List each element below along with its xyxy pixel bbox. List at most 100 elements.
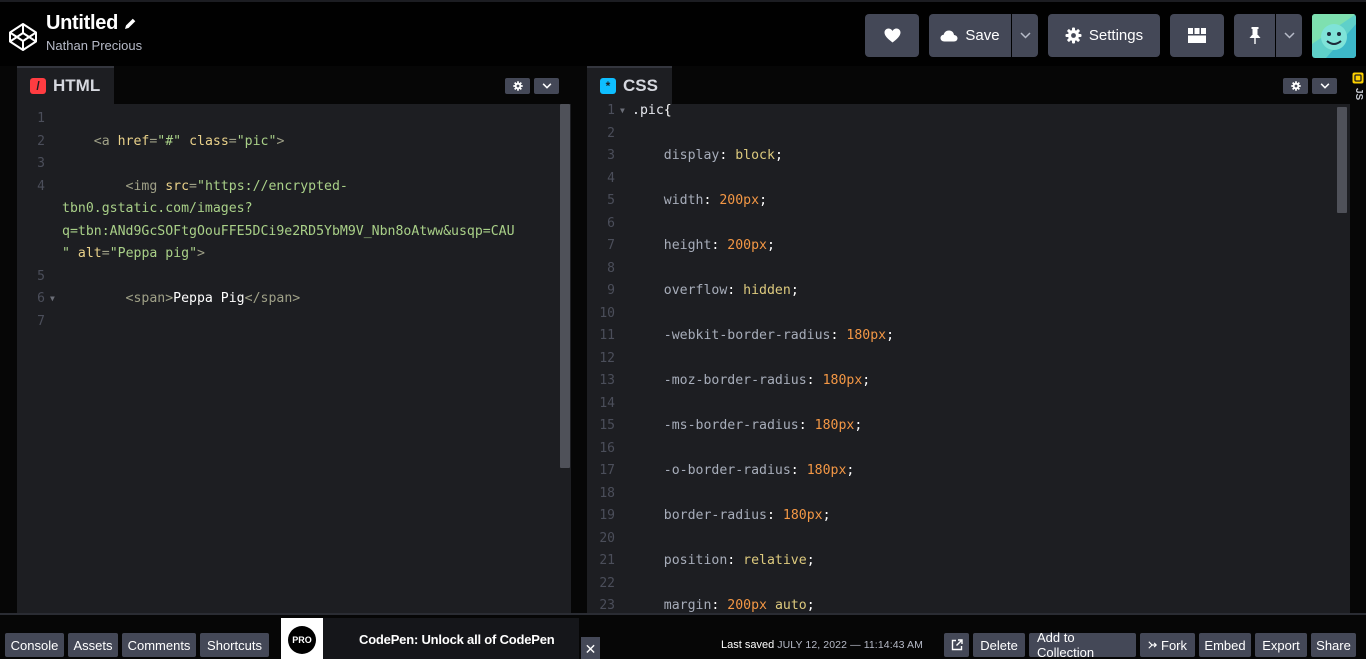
- code-line[interactable]: " alt="Peppa pig">: [17, 243, 571, 266]
- line-number: 5: [37, 268, 45, 284]
- save-button[interactable]: Save: [929, 14, 1011, 57]
- code-line[interactable]: tbn0.gstatic.com/images?: [17, 198, 571, 221]
- change-view-button[interactable]: [1170, 14, 1224, 57]
- code-text: -moz-border-radius: 180px;: [632, 370, 870, 393]
- pro-promo-banner[interactable]: PRO CodePen: Unlock all of CodePen: [281, 618, 579, 659]
- code-line[interactable]: 5 width: 200px;: [587, 190, 1350, 213]
- avatar[interactable]: [1312, 14, 1356, 58]
- line-number: 15: [599, 418, 615, 433]
- code-line[interactable]: 1 ▼ .pic{: [587, 104, 1350, 123]
- export-button[interactable]: Export: [1255, 633, 1307, 657]
- chevron-down-icon: [1320, 83, 1329, 89]
- code-token: =: [101, 246, 110, 261]
- pin-options-dropdown[interactable]: [1276, 14, 1302, 57]
- code-line[interactable]: 3 display: block;: [587, 145, 1350, 168]
- embed-button[interactable]: Embed: [1199, 633, 1251, 657]
- close-icon[interactable]: ✕: [581, 637, 600, 659]
- code-line[interactable]: 11 -webkit-border-radius: 180px;: [587, 325, 1350, 348]
- code-token: :: [798, 418, 815, 433]
- code-line[interactable]: 7: [17, 311, 571, 334]
- line-number: 22: [599, 575, 615, 591]
- code-text: -webkit-border-radius: 180px;: [632, 325, 894, 348]
- code-line[interactable]: 20: [587, 528, 1350, 551]
- fork-button[interactable]: Fork: [1140, 633, 1195, 657]
- comments-button[interactable]: Comments: [122, 633, 196, 657]
- pencil-icon[interactable]: [124, 17, 137, 30]
- code-line[interactable]: 15 -ms-border-radius: 180px;: [587, 415, 1350, 438]
- code-text: .pic{: [632, 104, 672, 123]
- assets-button[interactable]: Assets: [68, 633, 118, 657]
- code-line[interactable]: 9 overflow: hidden;: [587, 280, 1350, 303]
- author-name[interactable]: Nathan Precious: [46, 38, 142, 53]
- code-token: >: [197, 246, 205, 261]
- code-line[interactable]: 23 margin: 200px auto;: [587, 595, 1350, 613]
- code-line[interactable]: 2 <a href="#" class="pic">: [17, 131, 571, 154]
- line-number: 10: [599, 305, 615, 321]
- code-line[interactable]: 3: [17, 153, 571, 176]
- share-button[interactable]: Share: [1311, 633, 1356, 657]
- code-line[interactable]: 1: [17, 108, 571, 131]
- console-button[interactable]: Console: [5, 633, 64, 657]
- settings-button[interactable]: Settings: [1048, 14, 1160, 57]
- css-scrollbar[interactable]: [1337, 107, 1347, 213]
- code-line[interactable]: 4: [587, 168, 1350, 191]
- code-line[interactable]: 7 height: 200px;: [587, 235, 1350, 258]
- js-pane-collapsed[interactable]: JS: [1350, 66, 1366, 613]
- code-line[interactable]: 17 -o-border-radius: 180px;: [587, 460, 1350, 483]
- code-line[interactable]: 6 ▼ <span>Peppa Pig</span>: [17, 288, 571, 311]
- add-to-collection-button[interactable]: Add to Collection: [1029, 630, 1136, 659]
- code-text: overflow: hidden;: [632, 280, 799, 303]
- line-number: 11: [599, 328, 615, 343]
- code-token: class: [189, 133, 229, 149]
- code-line[interactable]: 16: [587, 438, 1350, 461]
- line-number: 18: [599, 485, 615, 501]
- code-line[interactable]: 8: [587, 258, 1350, 281]
- code-line[interactable]: 4 <img src="https://encrypted-: [17, 176, 571, 199]
- code-token: 200px: [727, 598, 767, 613]
- code-line[interactable]: 13 -moz-border-radius: 180px;: [587, 370, 1350, 393]
- html-code-editor[interactable]: 12 <a href="#" class="pic"> 3 4 <img src="…: [17, 104, 571, 613]
- code-line[interactable]: 5: [17, 266, 571, 289]
- fold-arrow-icon[interactable]: ▼: [50, 288, 55, 311]
- code-line[interactable]: 12: [587, 348, 1350, 371]
- save-options-dropdown[interactable]: [1012, 14, 1038, 57]
- tab-html[interactable]: / HTML: [17, 66, 115, 104]
- code-token: ;: [846, 463, 855, 478]
- html-collapse-button[interactable]: [534, 78, 559, 94]
- code-token: -ms-border-radius: [632, 418, 799, 433]
- code-line[interactable]: 10: [587, 303, 1350, 326]
- code-line[interactable]: 14: [587, 393, 1350, 416]
- shortcuts-button[interactable]: Shortcuts: [200, 633, 269, 657]
- html-settings-button[interactable]: [505, 78, 530, 94]
- fold-arrow-icon[interactable]: ▼: [620, 104, 625, 123]
- chevron-down-icon: [542, 83, 551, 89]
- code-line[interactable]: 22: [587, 573, 1350, 596]
- pin-button[interactable]: [1234, 14, 1275, 57]
- code-line[interactable]: 18: [587, 483, 1350, 506]
- css-code-editor[interactable]: 1 ▼ .pic{2 3 display: block; 4 5 width: 200px…: [587, 104, 1350, 613]
- code-line[interactable]: 6: [587, 213, 1350, 236]
- code-text: <img src="https://encrypted-: [62, 176, 348, 199]
- code-line[interactable]: 21 position: relative;: [587, 550, 1350, 573]
- love-button[interactable]: [865, 14, 919, 57]
- codepen-logo-icon[interactable]: [8, 22, 38, 52]
- code-line[interactable]: 2: [587, 123, 1350, 146]
- code-token: ;: [774, 148, 783, 163]
- code-line[interactable]: q=tbn:ANd9GcSOFtgOouFFE5DCi9e2RD5YbM9V_N…: [17, 221, 571, 244]
- delete-button[interactable]: Delete: [973, 633, 1025, 657]
- html-scrollbar[interactable]: [560, 104, 570, 468]
- line-number: 1: [607, 104, 615, 118]
- code-line[interactable]: 19 border-radius: 180px;: [587, 505, 1350, 528]
- code-text: height: 200px;: [632, 235, 775, 258]
- open-external-button[interactable]: [944, 633, 969, 657]
- line-number: 20: [599, 530, 615, 546]
- code-token: display: [632, 148, 720, 163]
- code-token: :: [727, 553, 744, 568]
- tab-css[interactable]: * CSS: [587, 66, 672, 104]
- code-token: <span>: [62, 291, 174, 306]
- pen-title[interactable]: Untitled: [46, 12, 118, 35]
- line-number: 14: [599, 395, 615, 411]
- css-collapse-button[interactable]: [1312, 78, 1337, 94]
- css-settings-button[interactable]: [1283, 78, 1308, 94]
